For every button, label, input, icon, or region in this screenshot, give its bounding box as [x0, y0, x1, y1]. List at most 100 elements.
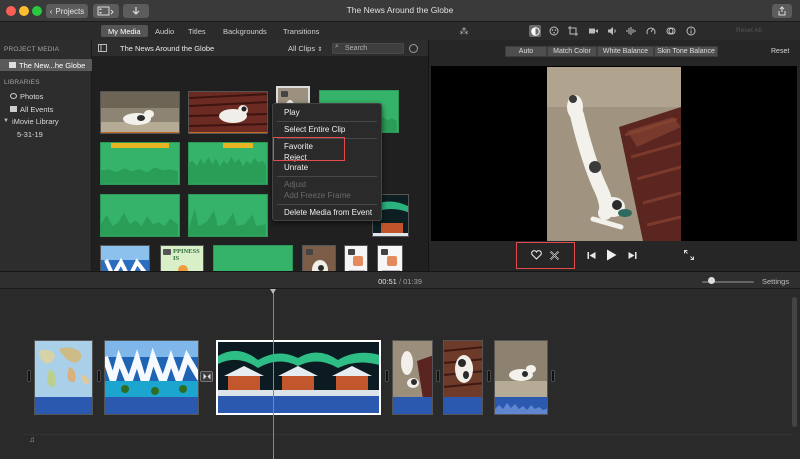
menu-item-add-freeze-frame: Add Freeze Frame: [284, 191, 351, 200]
tab-titles[interactable]: Titles: [181, 25, 213, 37]
timeline-clip-dog-3[interactable]: [494, 340, 548, 415]
tabs-row: My Media Audio Titles Backgrounds Transi…: [0, 22, 800, 40]
total-time: 01:39: [403, 277, 422, 286]
tab-transitions[interactable]: Transitions: [276, 25, 326, 37]
sidebar-toggle-icon[interactable]: [98, 44, 107, 52]
world-map-image: [35, 341, 92, 399]
play-icon[interactable]: [606, 249, 617, 261]
clip-trim-handle[interactable]: [436, 370, 440, 382]
noise-reduction-icon[interactable]: [625, 25, 637, 37]
context-menu: Play Select Entire Clip Favorite Reject …: [272, 103, 382, 221]
audio-clip-thumbnail[interactable]: [100, 194, 180, 237]
timeline-zoom-knob[interactable]: [708, 277, 715, 284]
top-section: My Media Audio Titles Backgrounds Transi…: [0, 22, 800, 290]
audio-waveform: [101, 167, 178, 184]
playhead-marker-icon[interactable]: [270, 289, 276, 294]
audio-clip-thumbnail[interactable]: [100, 142, 180, 185]
window-title: The News Around the Globe: [346, 5, 454, 15]
background-music-well[interactable]: ♫: [22, 434, 792, 446]
dog-image: [393, 341, 432, 399]
match-color-button[interactable]: Match Color: [547, 46, 597, 57]
close-window-button[interactable]: [6, 6, 16, 16]
volume-icon[interactable]: [606, 25, 618, 37]
skip-forward-icon[interactable]: [628, 251, 637, 260]
media-thumbnail[interactable]: [188, 91, 268, 134]
minimize-window-button[interactable]: [19, 6, 29, 16]
search-icon: ⌕: [335, 43, 339, 50]
menu-item-delete-media[interactable]: Delete Media from Event: [284, 208, 372, 217]
crop-icon[interactable]: [567, 25, 579, 37]
menu-item-unrate[interactable]: Unrate: [284, 163, 308, 172]
projects-button[interactable]: ‹ Projects: [46, 4, 88, 18]
gear-icon[interactable]: [409, 44, 418, 53]
sidebar-item-photos[interactable]: Photos: [0, 90, 92, 102]
timeline-settings-button[interactable]: Settings: [762, 277, 789, 286]
music-note-icon: ♫: [29, 435, 35, 444]
auto-button[interactable]: Auto: [505, 46, 547, 57]
import-button[interactable]: [123, 4, 149, 18]
timeline-toolbar: 00:51 / 01:39 Settings: [0, 271, 800, 289]
clip-trim-handle[interactable]: [97, 370, 101, 382]
zoom-window-button[interactable]: [32, 6, 42, 16]
timeline-scrollbar[interactable]: [792, 297, 797, 427]
skip-back-icon[interactable]: [587, 251, 596, 260]
clip-trim-handle[interactable]: [27, 370, 31, 382]
playhead[interactable]: [273, 289, 274, 459]
timeline: ♫: [0, 289, 800, 459]
skin-tone-balance-button[interactable]: Skin Tone Balance: [654, 46, 718, 57]
timeline-clip-aurora-selected[interactable]: [216, 340, 381, 415]
sidebar-item-project[interactable]: The New...he Globe: [0, 59, 92, 71]
timeline-clip-dog-2[interactable]: [443, 340, 483, 415]
stabilization-icon[interactable]: [587, 25, 599, 37]
aurora-cabin-image: [218, 342, 379, 400]
clip-audio-track: [495, 397, 547, 414]
favorite-marker: [111, 143, 169, 148]
clip-audio-track: [393, 397, 432, 414]
clip-trim-handle[interactable]: [551, 370, 555, 382]
tab-my-media[interactable]: My Media: [101, 25, 148, 37]
title-bar: ‹ Projects The News Around the Globe: [0, 0, 800, 22]
media-library-button[interactable]: [93, 4, 119, 18]
dog-image: [444, 341, 482, 399]
media-thumbnail[interactable]: [100, 91, 180, 134]
browser-header: The News Around the Globe All Clips ⇕ Se…: [92, 40, 428, 56]
timeline-clip-dog-1[interactable]: [392, 340, 433, 415]
tab-backgrounds[interactable]: Backgrounds: [216, 25, 274, 37]
fullscreen-icon[interactable]: [684, 250, 694, 260]
dog-image: [495, 341, 547, 399]
timeline-clip-map[interactable]: [34, 340, 93, 415]
share-button[interactable]: [772, 4, 792, 18]
sidebar-item-event-date[interactable]: 5-31-19: [0, 128, 92, 140]
sidebar-item-label: 5-31-19: [17, 129, 43, 139]
clip-trim-handle[interactable]: [385, 370, 389, 382]
magic-wand-icon[interactable]: ⁂: [458, 25, 470, 37]
audio-clip-thumbnail[interactable]: [188, 194, 268, 237]
clip-trim-handle[interactable]: [487, 370, 491, 382]
favorite-marker: [223, 143, 253, 148]
speed-icon[interactable]: [645, 25, 657, 37]
sidebar-item-imovie-library[interactable]: ▼ iMovie Library: [0, 115, 92, 127]
menu-item-select-entire-clip[interactable]: Select Entire Clip: [284, 125, 345, 134]
clip-filter-select[interactable]: All Clips ⇕: [288, 44, 322, 53]
tab-audio[interactable]: Audio: [148, 25, 181, 37]
sidebar-item-all-events[interactable]: All Events: [0, 103, 92, 115]
search-input[interactable]: Search: [332, 43, 404, 54]
white-balance-button[interactable]: White Balance: [597, 46, 654, 57]
audio-clip-thumbnail[interactable]: [188, 142, 268, 185]
libraries-heading: LIBRARIES: [4, 79, 40, 86]
color-correction-icon[interactable]: [548, 25, 560, 37]
clip-filter-label: All Clips: [288, 44, 316, 53]
clip-filter-icon[interactable]: [665, 25, 677, 37]
reset-button[interactable]: Reset: [771, 48, 789, 55]
menu-item-adjust: Adjust: [284, 180, 307, 189]
chevron-updown-icon: ⇕: [317, 47, 323, 53]
menu-separator: [277, 176, 377, 177]
transition-icon[interactable]: [200, 371, 213, 382]
info-icon[interactable]: [685, 25, 697, 37]
timeline-clip-waterfall[interactable]: [104, 340, 199, 415]
audio-waveform: [495, 403, 547, 414]
project-media-heading: PROJECT MEDIA: [4, 46, 60, 53]
color-balance-icon[interactable]: [529, 25, 541, 37]
menu-item-play[interactable]: Play: [284, 108, 300, 117]
disclosure-triangle-icon[interactable]: ▼: [3, 118, 9, 124]
